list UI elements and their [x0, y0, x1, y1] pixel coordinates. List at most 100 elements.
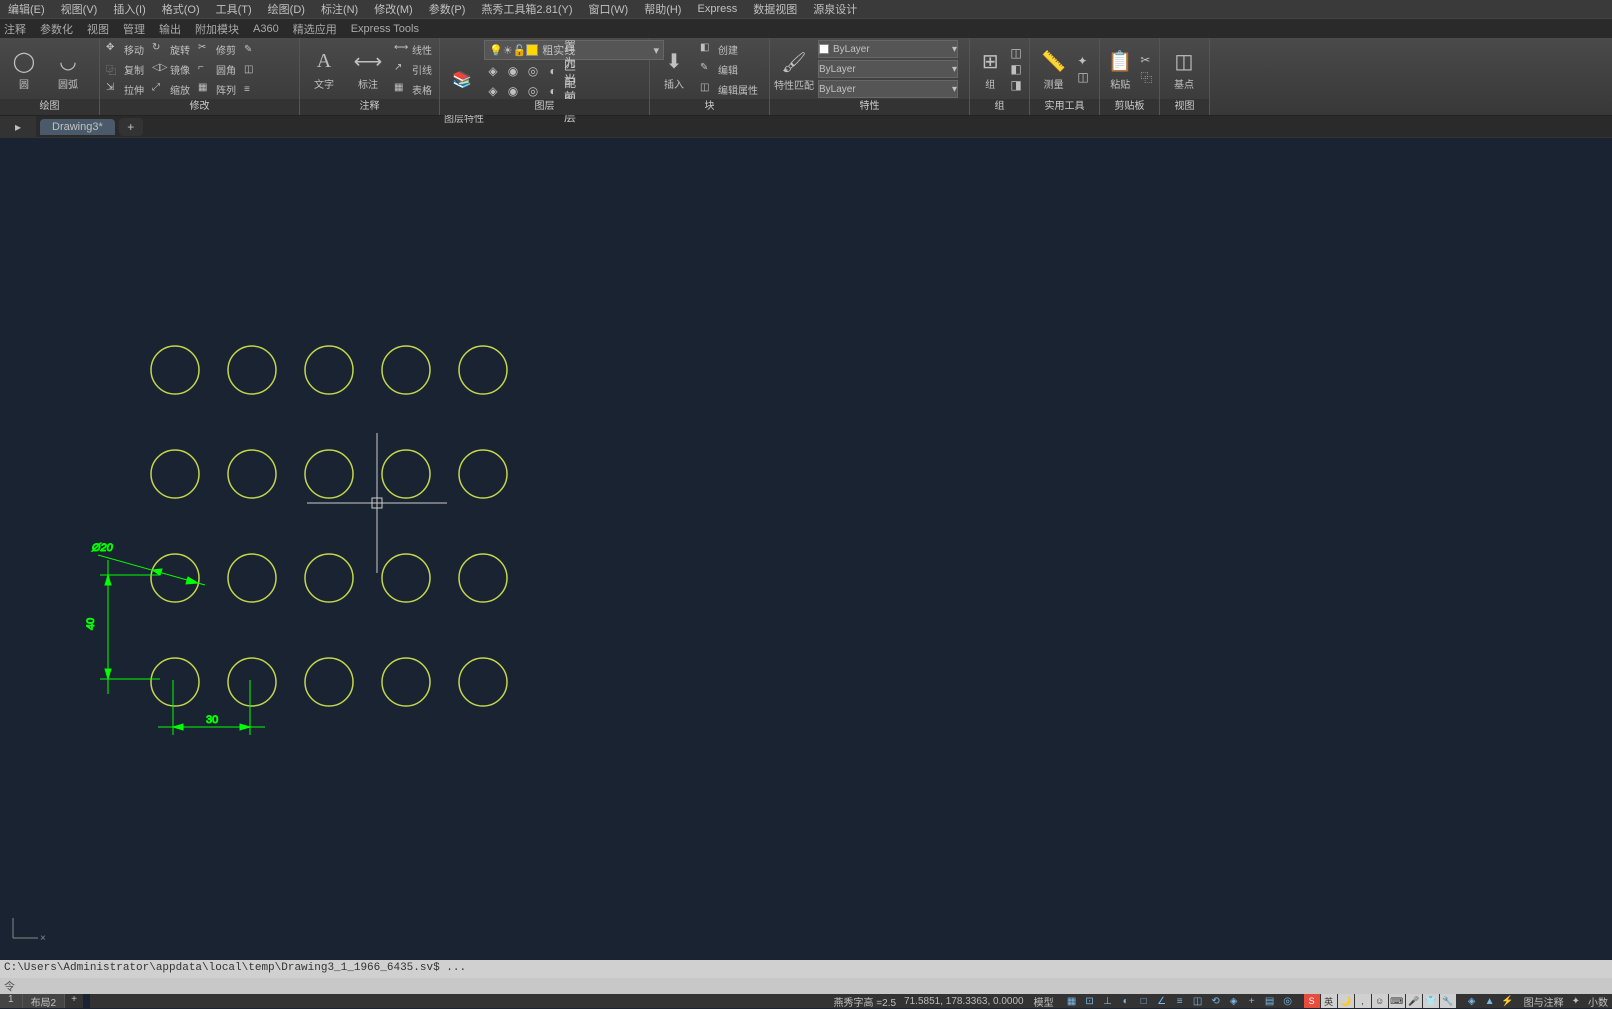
- 3dosnap-toggle[interactable]: ◈: [1226, 994, 1242, 1008]
- group-tool-1[interactable]: ◫: [1010, 46, 1025, 60]
- layer-props-button[interactable]: 📚: [444, 60, 480, 100]
- menu-yanxiu[interactable]: 燕秀工具箱2.81(Y): [481, 1, 572, 17]
- edit-attr-button[interactable]: ◫编辑属性: [698, 80, 760, 98]
- grid-toggle[interactable]: ▦: [1064, 994, 1080, 1008]
- tab-parametric[interactable]: 参数化: [40, 21, 73, 37]
- dimension-button[interactable]: ⟷ 标注: [348, 40, 388, 98]
- ime-mic-icon[interactable]: 🎤: [1406, 994, 1422, 1008]
- tab-express[interactable]: Express Tools: [351, 23, 419, 35]
- leader-button[interactable]: ↗引线: [392, 60, 434, 78]
- text-button[interactable]: A 文字: [304, 40, 344, 98]
- tab-a360[interactable]: A360: [253, 23, 279, 35]
- tab-addins[interactable]: 附加模块: [195, 21, 239, 37]
- tab-output[interactable]: 输出: [159, 21, 181, 37]
- otrack-toggle[interactable]: ∠: [1154, 994, 1170, 1008]
- menu-draw[interactable]: 绘图(D): [268, 1, 305, 17]
- insert-button[interactable]: ⬇ 插入: [654, 40, 694, 98]
- util-tool-1[interactable]: ✦: [1077, 54, 1095, 68]
- tab-featured[interactable]: 精选应用: [293, 21, 337, 37]
- layout-tab-add[interactable]: +: [65, 994, 83, 1008]
- create-block-button[interactable]: ◧创建: [698, 40, 760, 58]
- ime-moon-icon[interactable]: 🌙: [1338, 994, 1354, 1008]
- menu-window[interactable]: 窗口(W): [588, 1, 628, 17]
- menu-yuanquan[interactable]: 源泉设计: [813, 1, 857, 17]
- ime-sogou-icon[interactable]: S: [1304, 994, 1320, 1008]
- util-tool-2[interactable]: ◫: [1077, 70, 1095, 84]
- edit-block-button[interactable]: ✎编辑: [698, 60, 760, 78]
- model-button[interactable]: 模型: [1032, 994, 1056, 1009]
- color-select[interactable]: ByLayer▾: [818, 40, 958, 58]
- iso-toggle[interactable]: ◈: [1464, 994, 1480, 1008]
- measure-button[interactable]: 📏 测量: [1034, 40, 1073, 98]
- layer-tool-3[interactable]: ◎: [524, 62, 542, 80]
- menu-help[interactable]: 帮助(H): [644, 1, 681, 17]
- layer-tool-2[interactable]: ◉: [504, 62, 522, 80]
- annotation-scale[interactable]: 图与注释: [1524, 994, 1564, 1009]
- modify-tool-1[interactable]: ✎: [242, 40, 260, 58]
- ime-emoji-icon[interactable]: ☺: [1372, 994, 1388, 1008]
- paste-button[interactable]: 📋 粘贴: [1104, 40, 1136, 98]
- menu-insert[interactable]: 插入(I): [113, 1, 145, 17]
- fillet-button[interactable]: ⌐圆角: [196, 60, 238, 78]
- match-props-button[interactable]: 🖌 特性匹配: [774, 41, 814, 99]
- menu-tools[interactable]: 工具(T): [216, 1, 252, 17]
- linetype-select[interactable]: ByLayer▾: [818, 80, 958, 98]
- layer-tool-9[interactable]: ◐: [544, 82, 562, 100]
- ime-skin-icon[interactable]: 👕: [1423, 994, 1439, 1008]
- lineweight-select[interactable]: ByLayer▾: [818, 60, 958, 78]
- snap-toggle[interactable]: ⊡: [1082, 994, 1098, 1008]
- command-input[interactable]: 令: [0, 978, 1612, 994]
- file-tab-add[interactable]: +: [119, 118, 143, 136]
- drawing-canvas[interactable]: 30 40 Ø20: [0, 140, 1612, 960]
- move-button[interactable]: ✥移动: [104, 40, 146, 58]
- tab-view[interactable]: 视图: [87, 21, 109, 37]
- group-button[interactable]: ⊞ 组: [974, 40, 1006, 98]
- start-button[interactable]: ▸: [0, 116, 36, 138]
- units-status[interactable]: 小数: [1588, 994, 1608, 1009]
- menu-modify[interactable]: 修改(M): [374, 1, 413, 17]
- ime-lang[interactable]: 英: [1321, 994, 1337, 1008]
- transparency-toggle[interactable]: ◫: [1190, 994, 1206, 1008]
- polar-toggle[interactable]: ◐: [1118, 994, 1134, 1008]
- workspace-switch[interactable]: ✦: [1572, 996, 1580, 1007]
- layer-tool-10[interactable]: 匹配图层: [564, 82, 582, 100]
- menu-dataview[interactable]: 数据视图: [753, 1, 797, 17]
- menu-edit[interactable]: 编辑(E): [8, 1, 45, 17]
- copy-button[interactable]: ⿻复制: [104, 60, 146, 78]
- layer-tool-1[interactable]: ◈: [484, 62, 502, 80]
- tab-annotate[interactable]: 注释: [4, 21, 26, 37]
- arc-button[interactable]: ◡ 圆弧: [48, 40, 88, 98]
- trim-button[interactable]: ✂修剪: [196, 40, 238, 58]
- osnap-toggle[interactable]: □: [1136, 994, 1152, 1008]
- table-button[interactable]: ▦表格: [392, 80, 434, 98]
- dyn-toggle[interactable]: +: [1244, 994, 1260, 1008]
- modify-tool-3[interactable]: ≡: [242, 80, 260, 98]
- modify-tool-2[interactable]: ◫: [242, 60, 260, 78]
- ime-keyboard-icon[interactable]: ⌨: [1389, 994, 1405, 1008]
- group-tool-3[interactable]: ◨: [1010, 78, 1025, 92]
- layer-tool-4[interactable]: ◐: [544, 62, 562, 80]
- cut-button[interactable]: ✂: [1140, 53, 1155, 67]
- stretch-button[interactable]: ⇲拉伸: [104, 80, 146, 98]
- layout-tab-1[interactable]: 1: [0, 994, 23, 1008]
- sc-toggle[interactable]: ◎: [1280, 994, 1296, 1008]
- layout-tab-2[interactable]: 布局2: [23, 994, 66, 1008]
- layer-tool-6[interactable]: ◈: [484, 82, 502, 100]
- ortho-toggle[interactable]: ⊥: [1100, 994, 1116, 1008]
- ann-toggle[interactable]: ▲: [1482, 994, 1498, 1008]
- rotate-button[interactable]: ↻旋转: [150, 40, 192, 58]
- layer-tool-8[interactable]: ◎: [524, 82, 542, 100]
- menu-format[interactable]: 格式(O): [162, 1, 200, 17]
- scale-button[interactable]: ⤢缩放: [150, 80, 192, 98]
- basepoint-button[interactable]: ◫ 基点: [1164, 40, 1204, 98]
- menu-express[interactable]: Express: [697, 3, 737, 15]
- mirror-button[interactable]: ◁▷镜像: [150, 60, 192, 78]
- cycle-toggle[interactable]: ⟲: [1208, 994, 1224, 1008]
- menu-dimension[interactable]: 标注(N): [321, 1, 358, 17]
- array-button[interactable]: ▦阵列: [196, 80, 238, 98]
- copy-clip-button[interactable]: ⿻: [1140, 69, 1155, 86]
- file-tab-drawing3[interactable]: Drawing3*: [40, 119, 115, 135]
- ime-toolbox-icon[interactable]: 🔧: [1440, 994, 1456, 1008]
- menu-view[interactable]: 视图(V): [61, 1, 98, 17]
- ann-vis-toggle[interactable]: ⚡: [1500, 994, 1516, 1008]
